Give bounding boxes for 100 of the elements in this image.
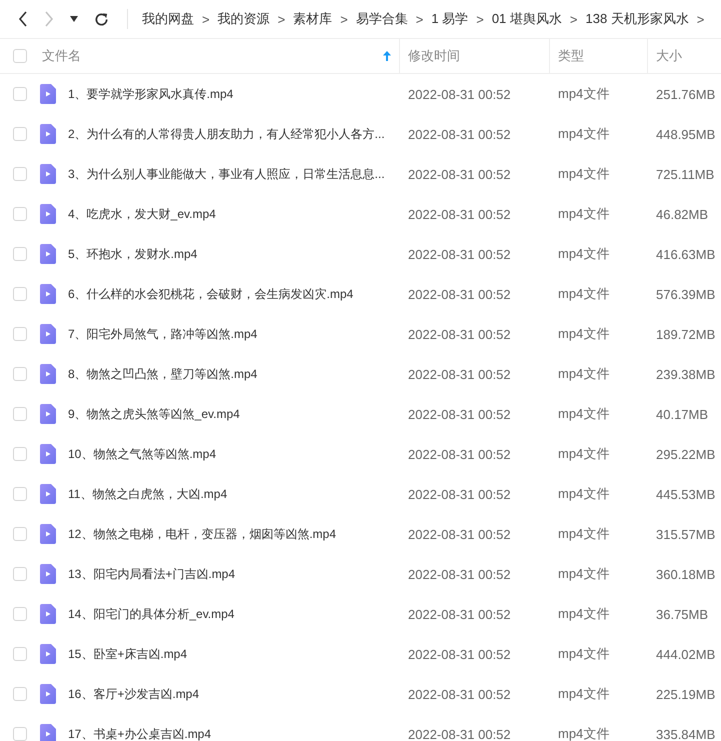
row-checkbox[interactable] bbox=[13, 207, 27, 221]
breadcrumb-separator: > bbox=[570, 12, 578, 26]
breadcrumb-link[interactable]: 易学合集 bbox=[356, 10, 408, 28]
file-name[interactable]: 6、什么样的水会犯桃花，会破财，会生病发凶灾.mp4 bbox=[68, 286, 354, 302]
file-size: 448.95MB bbox=[655, 126, 716, 142]
file-size: 444.02MB bbox=[655, 646, 716, 662]
file-name[interactable]: 4、吃虎水，发大财_ev.mp4 bbox=[68, 206, 216, 222]
column-header[interactable]: 文件名 bbox=[42, 47, 81, 65]
row-checkbox[interactable] bbox=[13, 367, 27, 381]
breadcrumb-link[interactable]: 我的资源 bbox=[218, 10, 270, 28]
modified-time: 2022-08-31 00:52 bbox=[407, 566, 512, 582]
file-type: mp4文件 bbox=[557, 685, 610, 703]
file-type: mp4文件 bbox=[557, 725, 610, 741]
file-name[interactable]: 12、物煞之电梯，电杆，变压器，烟囱等凶煞.mp4 bbox=[68, 526, 336, 542]
file-type: mp4文件 bbox=[557, 525, 610, 543]
modified-time: 2022-08-31 00:52 bbox=[407, 126, 512, 142]
file-name[interactable]: 5、环抱水，发财水.mp4 bbox=[68, 246, 198, 262]
file-size: 416.63MB bbox=[655, 246, 716, 262]
file-size: 335.84MB bbox=[655, 726, 716, 741]
row-checkbox[interactable] bbox=[13, 407, 27, 421]
row-checkbox[interactable] bbox=[13, 127, 27, 141]
modified-time: 2022-08-31 00:52 bbox=[407, 726, 512, 741]
file-type: mp4文件 bbox=[557, 485, 610, 503]
file-type: mp4文件 bbox=[557, 365, 610, 383]
file-type: mp4文件 bbox=[557, 285, 610, 303]
column-header[interactable]: 大小 bbox=[656, 47, 682, 65]
modified-time: 2022-08-31 00:52 bbox=[407, 406, 512, 422]
modified-time: 2022-08-31 00:52 bbox=[407, 486, 512, 502]
file-size: 315.57MB bbox=[655, 526, 716, 542]
file-type: mp4文件 bbox=[557, 245, 610, 263]
modified-time: 2022-08-31 00:52 bbox=[407, 526, 512, 542]
row-checkbox[interactable] bbox=[13, 167, 27, 181]
breadcrumb-separator: > bbox=[476, 12, 484, 26]
file-type: mp4文件 bbox=[557, 645, 610, 663]
breadcrumb-separator: > bbox=[278, 12, 286, 26]
file-name[interactable]: 3、为什么别人事业能做大，事业有人照应，日常生活息息... bbox=[68, 166, 385, 182]
file-name[interactable]: 1、要学就学形家风水真传.mp4 bbox=[68, 86, 234, 102]
video-file-icon bbox=[40, 404, 56, 424]
modified-time: 2022-08-31 00:52 bbox=[407, 246, 512, 262]
column-header[interactable]: 修改时间 bbox=[408, 47, 460, 65]
file-size: 725.11MB bbox=[655, 166, 716, 182]
row-checkbox[interactable] bbox=[13, 527, 27, 541]
breadcrumb-link[interactable]: 138 天机形家风水 bbox=[585, 10, 689, 28]
breadcrumb-separator: > bbox=[202, 12, 210, 26]
file-type: mp4文件 bbox=[557, 125, 610, 143]
file-name[interactable]: 7、阳宅外局煞气，路冲等凶煞.mp4 bbox=[68, 326, 258, 342]
file-name[interactable]: 14、阳宅门的具体分析_ev.mp4 bbox=[68, 606, 234, 622]
row-checkbox[interactable] bbox=[13, 247, 27, 261]
row-checkbox[interactable] bbox=[13, 487, 27, 501]
breadcrumb-link[interactable]: 1 易学 bbox=[431, 10, 468, 28]
file-name[interactable]: 15、卧室+床吉凶.mp4 bbox=[68, 646, 188, 662]
breadcrumb-separator: > bbox=[416, 12, 424, 26]
row-checkbox[interactable] bbox=[13, 87, 27, 101]
file-size: 189.72MB bbox=[655, 326, 716, 342]
file-name[interactable]: 9、物煞之虎头煞等凶煞_ev.mp4 bbox=[68, 406, 240, 422]
video-file-icon bbox=[40, 244, 56, 264]
breadcrumb-link[interactable]: 素材库 bbox=[293, 10, 332, 28]
file-size: 251.76MB bbox=[655, 86, 716, 102]
file-type: mp4文件 bbox=[557, 405, 610, 423]
file-size: 225.19MB bbox=[655, 686, 716, 702]
row-checkbox[interactable] bbox=[13, 607, 27, 621]
row-checkbox[interactable] bbox=[13, 647, 27, 661]
breadcrumb-link[interactable]: 01 堪舆风水 bbox=[492, 10, 562, 28]
file-size: 445.53MB bbox=[655, 486, 716, 502]
file-name[interactable]: 17、书桌+办公桌吉凶.mp4 bbox=[68, 726, 212, 741]
column-header[interactable]: 类型 bbox=[558, 47, 584, 65]
file-name[interactable]: 16、客厅+沙发吉凶.mp4 bbox=[68, 686, 200, 702]
file-size: 239.38MB bbox=[655, 366, 716, 382]
file-type: mp4文件 bbox=[557, 165, 610, 183]
file-name[interactable]: 8、物煞之凹凸煞，壁刀等凶煞.mp4 bbox=[68, 366, 258, 382]
modified-time: 2022-08-31 00:52 bbox=[407, 366, 512, 382]
video-file-icon bbox=[40, 84, 56, 104]
row-checkbox[interactable] bbox=[13, 447, 27, 461]
file-name[interactable]: 11、物煞之白虎煞，大凶.mp4 bbox=[68, 486, 228, 502]
row-checkbox[interactable] bbox=[13, 727, 27, 741]
file-size: 360.18MB bbox=[655, 566, 716, 582]
video-file-icon bbox=[40, 284, 56, 304]
breadcrumb-link[interactable]: 我的网盘 bbox=[142, 10, 194, 28]
video-file-icon bbox=[40, 324, 56, 344]
file-name[interactable]: 2、为什么有的人常得贵人朋友助力，有人经常犯小人各方... bbox=[68, 126, 385, 142]
select-all-checkbox[interactable] bbox=[13, 49, 27, 63]
modified-time: 2022-08-31 00:52 bbox=[407, 206, 512, 222]
video-file-icon bbox=[40, 204, 56, 224]
row-checkbox[interactable] bbox=[13, 687, 27, 701]
file-size: 576.39MB bbox=[655, 286, 716, 302]
modified-time: 2022-08-31 00:52 bbox=[407, 606, 512, 622]
row-checkbox[interactable] bbox=[13, 287, 27, 301]
sort-arrow-icon[interactable] bbox=[383, 51, 391, 61]
video-file-icon bbox=[40, 444, 56, 464]
file-type: mp4文件 bbox=[557, 205, 610, 223]
modified-time: 2022-08-31 00:52 bbox=[407, 166, 512, 182]
modified-time: 2022-08-31 00:52 bbox=[407, 286, 512, 302]
file-name[interactable]: 10、物煞之气煞等凶煞.mp4 bbox=[68, 446, 216, 462]
row-checkbox[interactable] bbox=[13, 567, 27, 581]
modified-time: 2022-08-31 00:52 bbox=[407, 646, 512, 662]
row-checkbox[interactable] bbox=[13, 327, 27, 341]
file-name[interactable]: 13、阳宅内局看法+门吉凶.mp4 bbox=[68, 566, 236, 582]
video-file-icon bbox=[40, 364, 56, 384]
file-type: mp4文件 bbox=[557, 85, 610, 103]
breadcrumb-separator: > bbox=[340, 12, 348, 26]
